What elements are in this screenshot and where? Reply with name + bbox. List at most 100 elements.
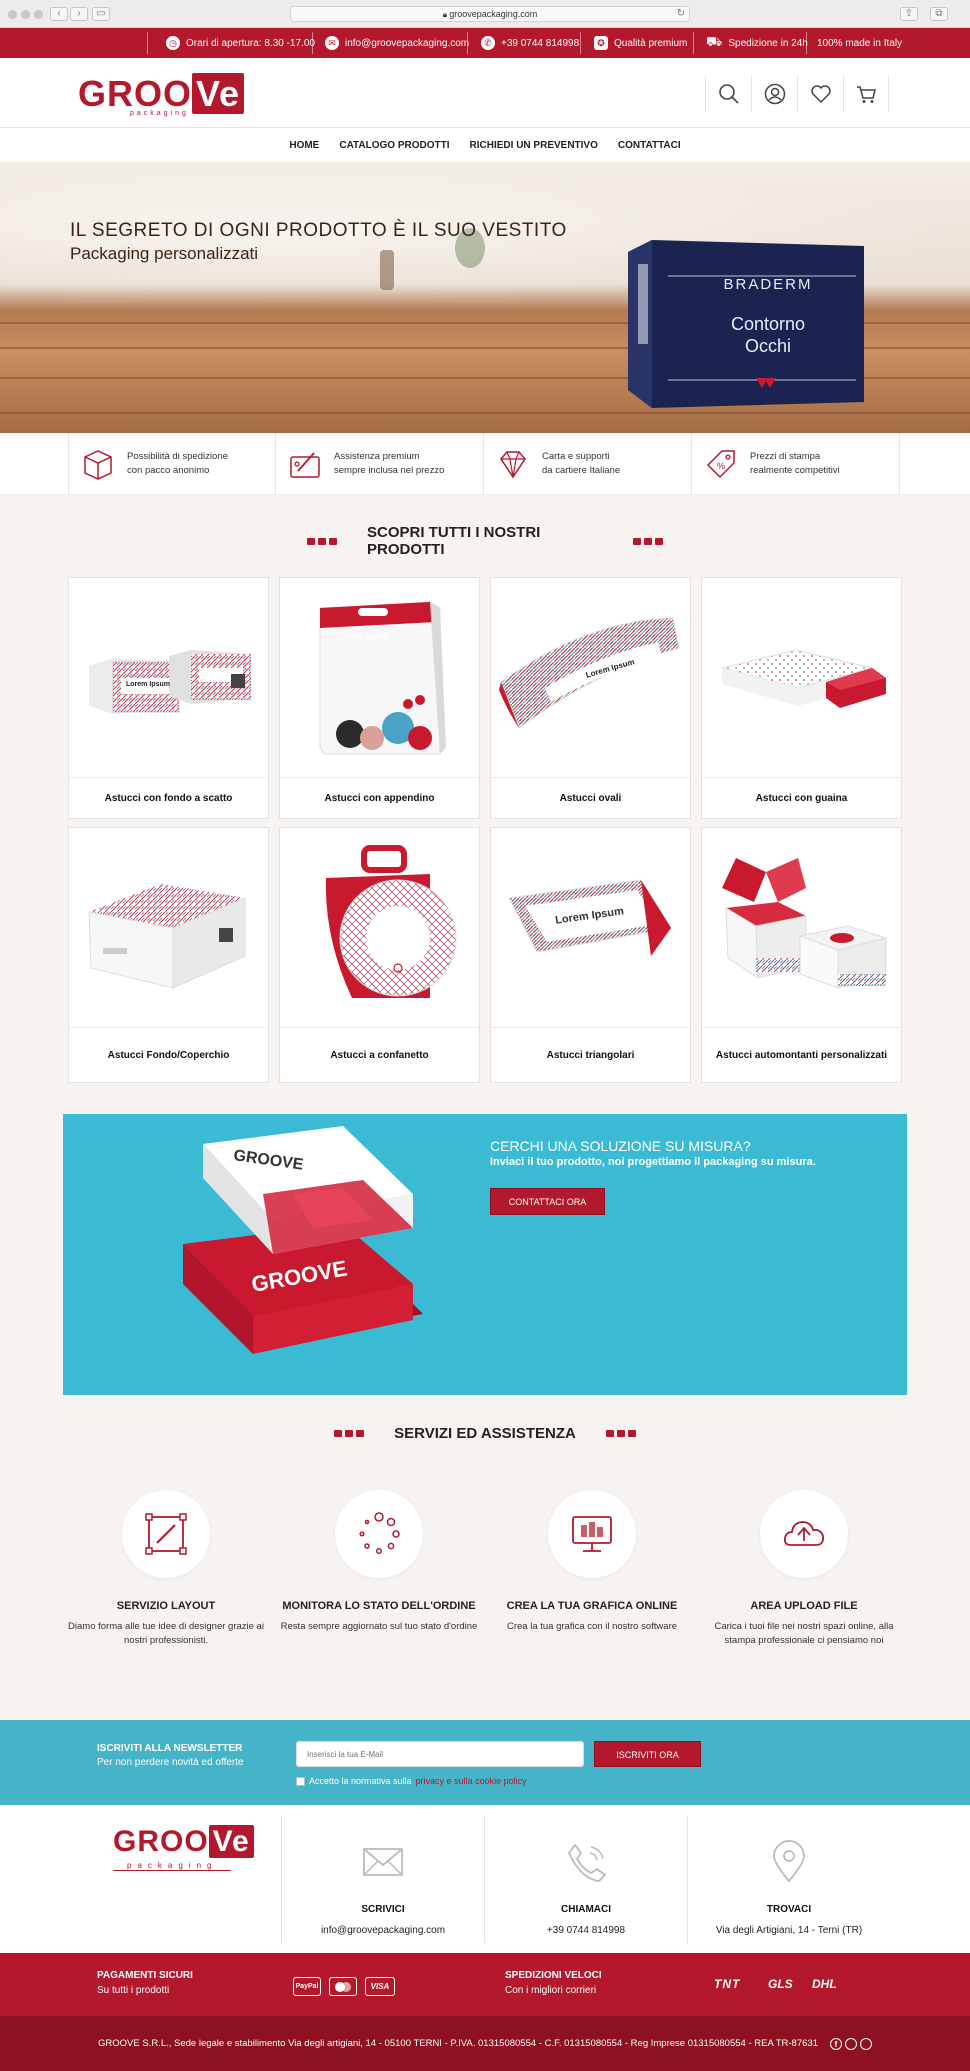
shipping-title: SPEDIZIONI VELOCI — [505, 1970, 602, 1981]
nav-home[interactable]: HOME — [289, 140, 319, 151]
legal-footer: GROOVE S.R.L., Sede legale e stabiliment… — [0, 2016, 970, 2071]
pinterest-icon[interactable] — [859, 2037, 872, 2050]
box-text-2: Occhi — [744, 336, 791, 356]
product-card[interactable]: Lorem Ipsum Astucci con fondo a scatto — [68, 577, 269, 819]
box-sleeve-illustration — [721, 649, 886, 708]
mastercard-circles — [335, 1982, 351, 1992]
product-card[interactable]: Astucci con guaina — [701, 577, 902, 819]
reload-icon[interactable]: ↻ — [674, 8, 688, 20]
quality-badge: ✪ Qualità premium — [594, 28, 687, 58]
shipping-subtitle: Con i migliori corrieri — [505, 1985, 597, 1996]
product-card[interactable]: Lorem Ipsum Astucci triangolari — [490, 827, 691, 1083]
design-tablet-icon — [290, 452, 320, 478]
contact-address[interactable]: TROVACI Via degli Artigiani, 14 - Terni … — [687, 1815, 890, 1943]
service-desc: Diamo forma alle tue idee di designer gr… — [68, 1621, 264, 1646]
product-image: Lorem Ipsum — [280, 578, 479, 778]
search-button[interactable] — [705, 76, 751, 112]
wishlist-button[interactable] — [797, 76, 843, 112]
newsletter-section: ISCRIVITI ALLA NEWSLETTER Per non perder… — [0, 1720, 970, 1805]
address-bar[interactable]: 🔒︎ groovepackaging.com — [290, 6, 690, 22]
privacy-policy-link[interactable]: privacy e sulla cookie policy — [416, 1776, 527, 1786]
tabs-icon[interactable]: ⧉ — [930, 7, 948, 21]
box-text-1: Contorno — [730, 314, 806, 334]
footer-logo-text: GROO Ve — [113, 1825, 254, 1858]
feature-line1: Carta e supporti — [542, 451, 610, 462]
footer-logo[interactable]: GROO Ve packaging — [113, 1825, 254, 1875]
window-close-dot[interactable] — [8, 10, 17, 19]
topbar-phone-text: +39 0744 814998 — [501, 37, 580, 49]
heading-dots-right — [605, 1430, 636, 1437]
forward-icon[interactable]: › — [70, 7, 88, 21]
share-icon[interactable]: ⇧ — [900, 7, 918, 21]
newsletter-title: ISCRIVITI ALLA NEWSLETTER — [97, 1743, 243, 1754]
window-minimize-dot[interactable] — [21, 10, 30, 19]
product-label: Astucci Fondo/Coperchio — [107, 1049, 230, 1061]
groove-logo[interactable]: GROO Ve packaging — [78, 73, 245, 117]
loading-icon — [359, 1512, 400, 1555]
opening-hours-text: Orari di apertura: 8.30 -17.00 — [186, 37, 315, 49]
blurred-bottle — [380, 250, 394, 290]
divider — [693, 32, 694, 54]
account-button[interactable] — [751, 76, 797, 112]
product-card[interactable]: Lorem Ipsum Astucci con appendino — [279, 577, 480, 819]
feature-item: Assistenza premium sempre inclusa nel pre… — [276, 433, 484, 495]
feature-text: Assistenza premium sempre inclusa nel pre… — [334, 450, 444, 478]
shipping-text: Spedizione in 24h — [728, 37, 808, 49]
hero-subtitle: Packaging personalizzati — [70, 244, 259, 263]
instagram-icon[interactable] — [844, 2037, 857, 2050]
contact-now-button[interactable]: CONTATTACI ORA — [490, 1188, 605, 1215]
nav-quote[interactable]: RICHIEDI UN PREVENTIVO — [470, 140, 598, 151]
product-image — [702, 828, 901, 1028]
banner-heading: CERCHI UNA SOLUZIONE SU MISURA? — [490, 1138, 751, 1154]
feature-item: Possibilità di spedizione con pacco anoni… — [68, 433, 276, 495]
heading-dots-left — [307, 537, 337, 545]
url-text: groovepackaging.com — [449, 9, 538, 19]
payments-title: PAGAMENTI SICURI — [97, 1970, 193, 1981]
topbar-phone-link[interactable]: ✆ +39 0744 814998 — [481, 28, 579, 58]
logo-subtitle: packaging — [130, 110, 189, 117]
contact-title: TROVACI — [766, 1904, 812, 1915]
topbar-email-link[interactable]: ✉ info@groovepackaging.com — [325, 28, 469, 58]
product-image — [69, 828, 268, 1028]
facebook-icon[interactable]: f — [829, 2037, 842, 2050]
hero-banner: IL SEGRETO DI OGNI PRODOTTO È IL SUO VES… — [0, 162, 970, 433]
logo-text: GROO Ve — [78, 73, 245, 114]
divider — [312, 32, 313, 54]
visa-icon: VISA — [365, 1977, 395, 1996]
social-icons: f — [829, 2037, 872, 2050]
product-card[interactable]: Astucci automontanti personalizzati — [701, 827, 902, 1083]
service-title: MONITORA LO STATO DELL'ORDINE — [282, 1600, 476, 1612]
newsletter-email-input[interactable] — [296, 1741, 584, 1767]
user-icon — [764, 83, 785, 105]
product-card[interactable]: Astucci a confanetto — [279, 827, 480, 1083]
contact-email[interactable]: SCRIVICI info@groovepackaging.com — [281, 1815, 484, 1943]
divider — [580, 32, 581, 54]
window-zoom-dot[interactable] — [34, 10, 43, 19]
consent-text: Accetto la normativa sulla — [309, 1776, 412, 1786]
sidebar-icon[interactable]: ▭ — [92, 7, 110, 21]
back-icon[interactable]: ‹ — [50, 7, 68, 21]
consent-row: Accetto la normativa sulla privacy e sul… — [296, 1776, 527, 1786]
price-tag-icon: % — [706, 450, 735, 479]
hero-title: IL SEGRETO DI OGNI PRODOTTO È IL SUO VES… — [70, 220, 567, 241]
custom-solution-banner: GROOVE GROOVE CERCHI UNA SOLUZIONE SU MI… — [63, 1114, 907, 1395]
services-heading: SERVIZI ED ASSISTENZA — [307, 1425, 663, 1442]
nav-catalog[interactable]: CATALOGO PRODOTTI — [339, 140, 449, 151]
layout-icon — [145, 1513, 187, 1555]
box-triangle-illustration — [508, 879, 672, 956]
paypal-icon: PayPal — [293, 1977, 321, 1996]
product-card[interactable]: Lorem Ipsum Astucci ovali — [490, 577, 691, 819]
cart-button[interactable] — [843, 76, 889, 112]
service-icon-circle — [548, 1490, 636, 1578]
nav-contact[interactable]: CONTATTACI — [618, 140, 681, 151]
services-title: SERVIZI ED ASSISTENZA — [394, 1425, 576, 1442]
feature-text: Carta e supporti da cartiere Italiane — [542, 450, 620, 478]
subscribe-button[interactable]: ISCRIVITI ORA — [594, 1741, 701, 1767]
contact-phone[interactable]: CHIAMACI +39 0744 814998 — [484, 1815, 687, 1943]
payments-subtitle: Su tutti i prodotti — [97, 1985, 170, 1996]
feature-text: Possibilità di spedizione con pacco anoni… — [127, 450, 228, 478]
consent-checkbox[interactable] — [296, 1776, 305, 1786]
product-card[interactable]: Astucci Fondo/Coperchio — [68, 827, 269, 1083]
quality-text: Qualità premium — [614, 37, 688, 49]
newsletter-subtitle: Per non perdere novità ed offerte — [97, 1757, 244, 1768]
